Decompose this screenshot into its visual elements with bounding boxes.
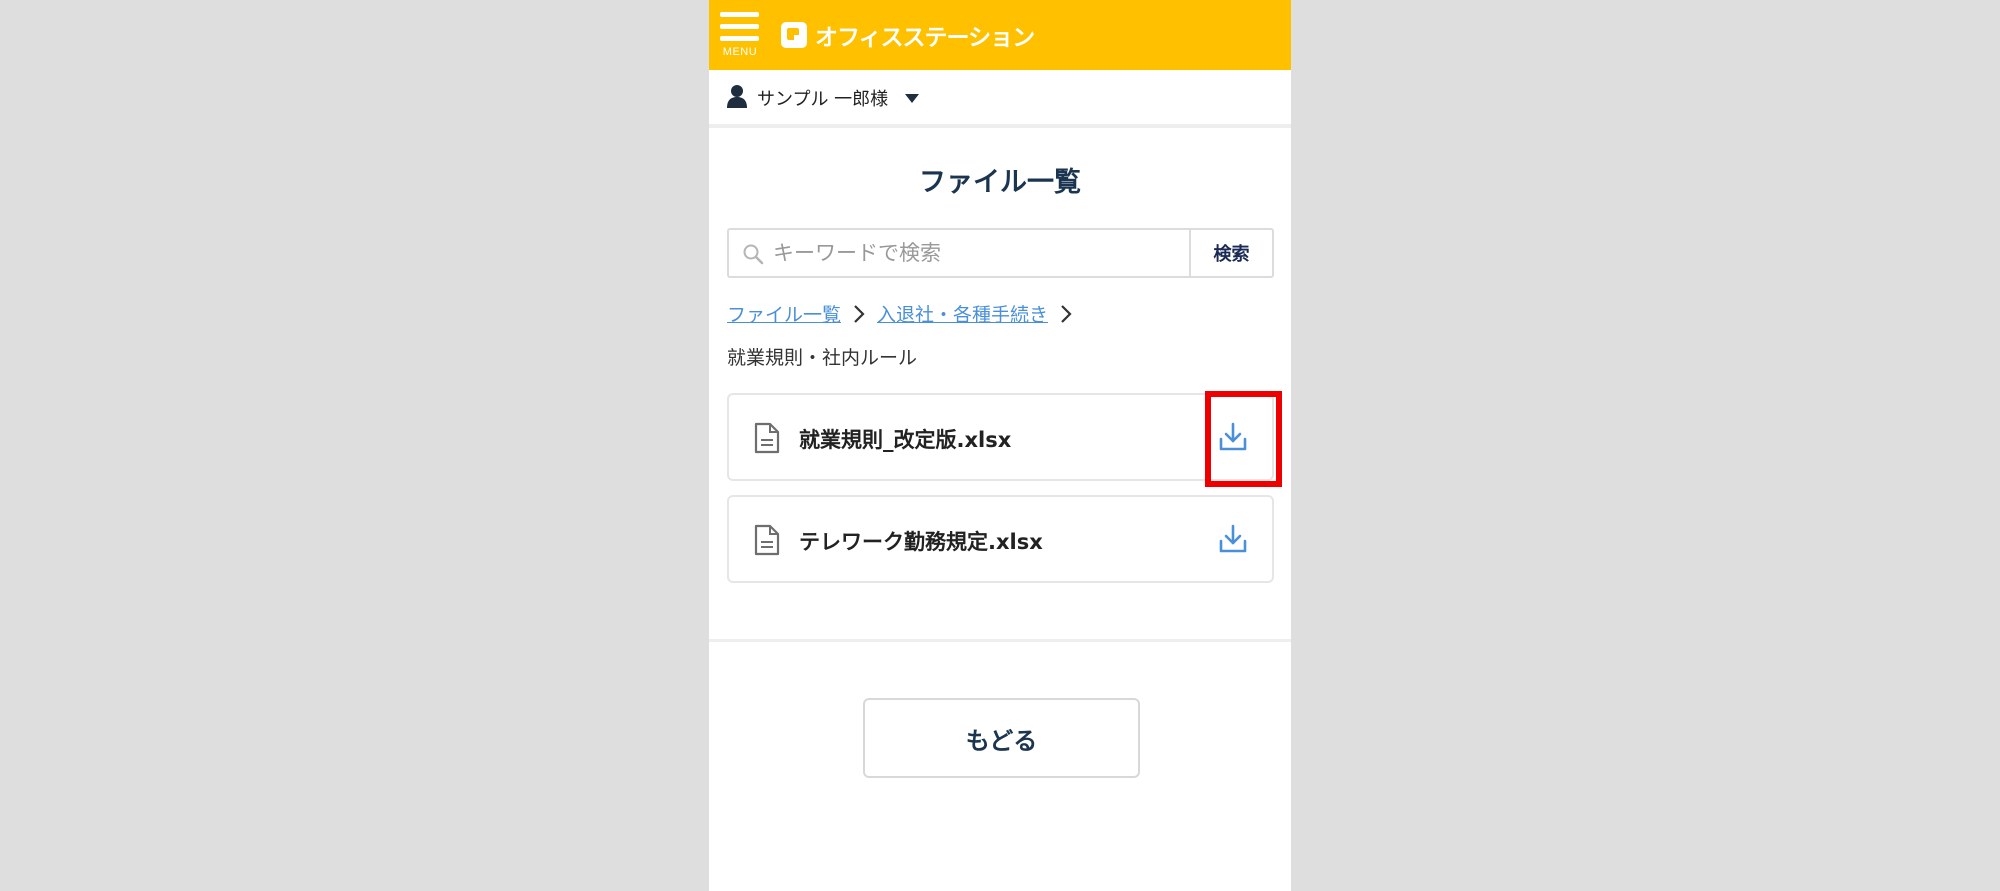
mobile-screen: MENU オフィスステーション サンプル 一郎様 ファイル一覧 キーワードで検索… xyxy=(709,0,1291,891)
breadcrumb-link-procedures[interactable]: 入退社・各種手続き xyxy=(877,300,1048,327)
chevron-right-icon xyxy=(1051,303,1081,325)
hamburger-icon-bar xyxy=(720,36,759,41)
file-icon xyxy=(754,422,780,454)
chevron-right-icon xyxy=(844,303,874,325)
app-logo[interactable]: オフィスステーション xyxy=(780,19,1035,51)
search-input[interactable] xyxy=(773,230,1083,276)
logo-mark-icon xyxy=(780,21,808,49)
download-icon[interactable] xyxy=(1215,521,1251,557)
file-icon xyxy=(754,524,780,556)
breadcrumb-current: 就業規則・社内ルール xyxy=(727,347,918,369)
hamburger-icon xyxy=(720,12,759,17)
file-name: 就業規則_改定版.xlsx xyxy=(799,428,1012,452)
section-divider xyxy=(709,639,1291,642)
caret-down-icon xyxy=(905,93,920,103)
file-list: 就業規則_改定版.xlsx テレワーク勤務規定.xlsx xyxy=(727,391,1282,597)
file-name: テレワーク勤務規定.xlsx xyxy=(799,530,1043,554)
file-row[interactable]: 就業規則_改定版.xlsx xyxy=(727,391,1282,487)
user-name: サンプル 一郎様 xyxy=(757,89,889,110)
app-name: オフィスステーション xyxy=(815,25,1035,51)
person-icon xyxy=(726,84,748,112)
user-bar: サンプル 一郎様 xyxy=(709,70,1291,128)
search-icon xyxy=(742,243,764,265)
breadcrumb: ファイル一覧 入退社・各種手続き xyxy=(727,300,1277,327)
menu-label: MENU xyxy=(722,46,758,58)
breadcrumb-link-file-list[interactable]: ファイル一覧 xyxy=(727,300,841,327)
download-icon[interactable] xyxy=(1215,419,1251,455)
user-menu-toggle[interactable]: サンプル 一郎様 xyxy=(726,82,920,114)
search-button[interactable]: 検索 xyxy=(1189,228,1274,278)
file-row[interactable]: テレワーク勤務規定.xlsx xyxy=(727,495,1274,583)
page-title: ファイル一覧 xyxy=(919,167,1081,198)
search-field xyxy=(727,228,1189,278)
back-button[interactable]: もどる xyxy=(863,698,1140,778)
app-header: MENU オフィスステーション xyxy=(709,0,1291,70)
menu-button[interactable]: MENU xyxy=(719,10,761,60)
hamburger-icon-bar xyxy=(720,24,759,29)
search-bar: 検索 xyxy=(727,228,1274,278)
